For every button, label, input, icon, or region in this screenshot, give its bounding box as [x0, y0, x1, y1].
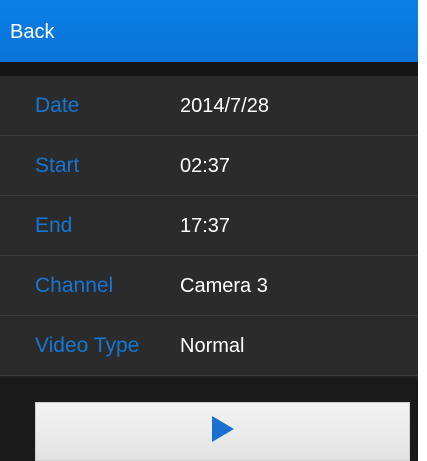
video-type-label: Video Type	[35, 334, 140, 357]
detail-row-channel: Channel Camera 3	[0, 256, 418, 316]
detail-row-date: Date 2014/7/28	[0, 76, 418, 136]
play-icon	[212, 416, 234, 442]
date-value[interactable]: 2014/7/28	[180, 93, 269, 119]
footer-area	[0, 378, 418, 461]
channel-label: Channel	[35, 274, 114, 297]
detail-row-end: End 17:37	[0, 196, 418, 256]
detail-row-video-type: Video Type Normal	[0, 316, 418, 376]
detail-row-start: Start 02:37	[0, 136, 418, 196]
details-list: Date 2014/7/28 Start 02:37 End 17:37 Cha…	[0, 76, 418, 376]
right-edge-strip	[418, 0, 427, 461]
video-type-value[interactable]: Normal	[180, 333, 244, 359]
header-bar: Back	[0, 0, 418, 62]
play-button[interactable]	[35, 402, 410, 461]
start-label: Start	[35, 154, 80, 177]
header-gap	[0, 62, 418, 76]
end-value[interactable]: 17:37	[180, 213, 230, 239]
start-value[interactable]: 02:37	[180, 153, 230, 179]
date-label: Date	[35, 94, 80, 117]
end-label: End	[35, 214, 73, 237]
channel-value[interactable]: Camera 3	[180, 273, 268, 299]
back-button[interactable]: Back	[10, 20, 54, 44]
